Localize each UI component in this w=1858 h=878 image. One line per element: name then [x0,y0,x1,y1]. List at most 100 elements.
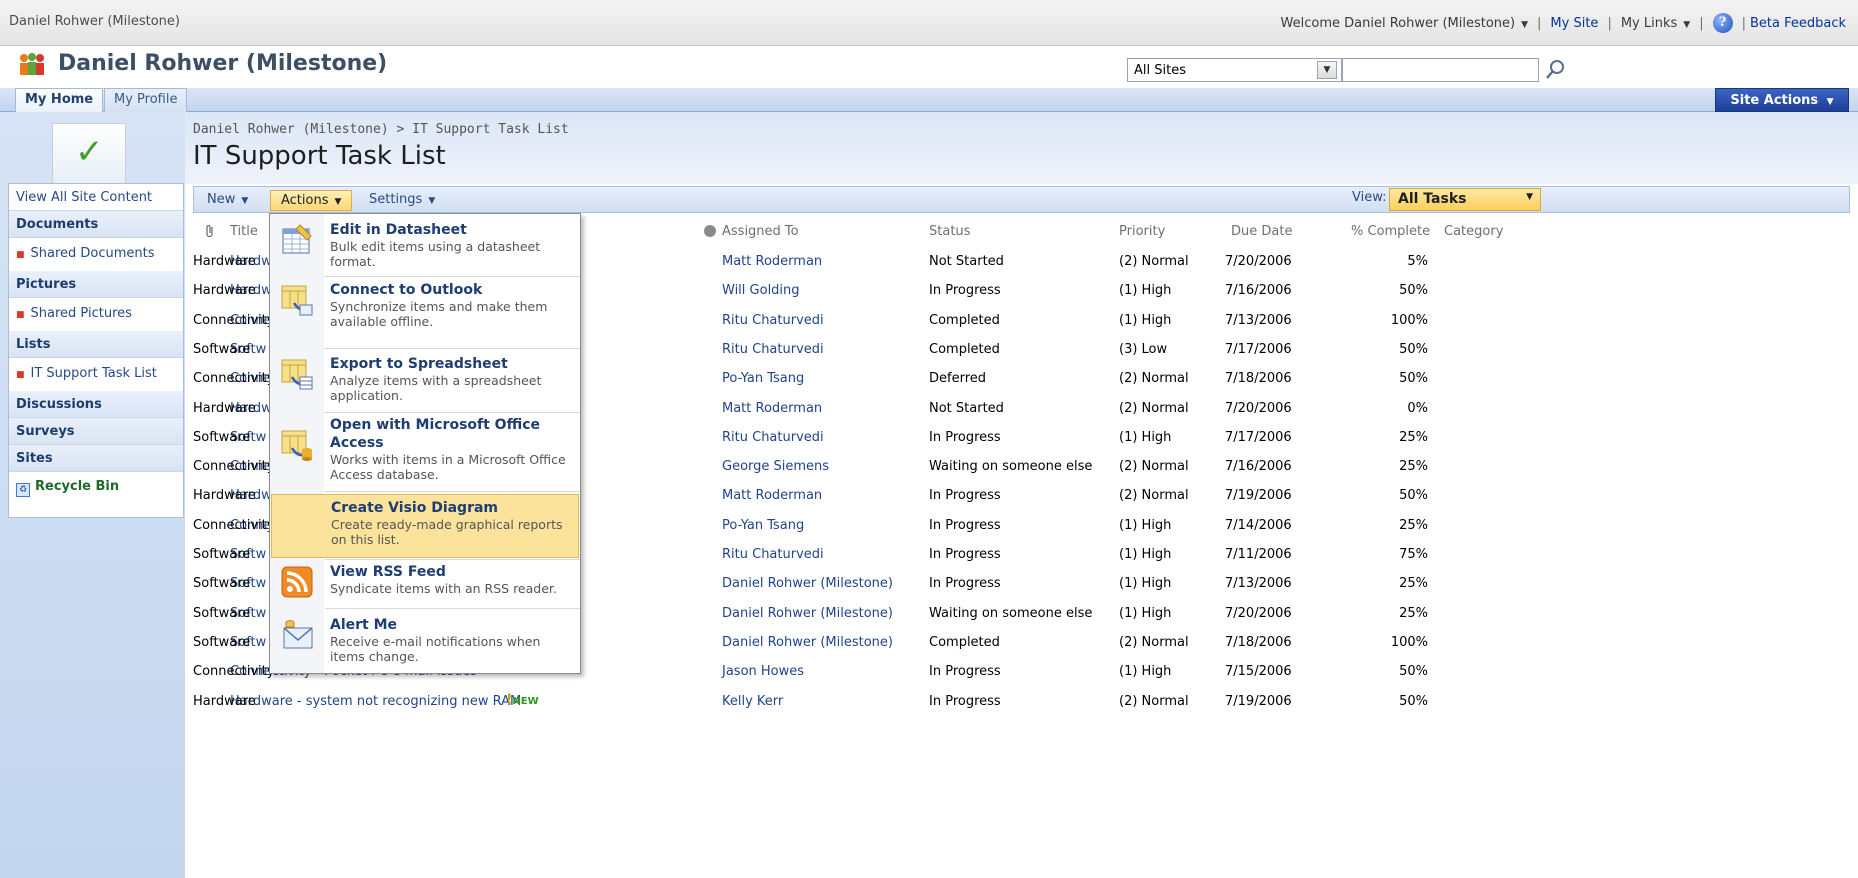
menu-item-alert-me[interactable]: Alert Me Receive e-mail notifications whe… [271,612,579,670]
site-name-breadcrumb[interactable]: Daniel Rohwer (Milestone) [9,14,180,29]
cell-assigned[interactable]: Matt Roderman [722,488,822,503]
site-actions-button[interactable]: Site Actions ▼ [1715,88,1849,112]
menu-item-open-with-microsoft-office-access[interactable]: Open with Microsoft Office Access Works w… [271,414,579,490]
tab-my-home[interactable]: My Home [15,88,104,112]
my-site-link[interactable]: My Site [1550,16,1598,31]
recycle-bin-link[interactable]: ♻ Recycle Bin [9,472,183,504]
view-all-site-content-link[interactable]: View All Site Content [9,184,183,211]
dropdown-arrow-icon: ▼ [428,196,436,206]
cell-status: In Progress [929,488,1001,504]
cell-assigned[interactable]: Po-Yan Tsang [722,371,804,386]
cell-title[interactable]: Hardware - system not recognizing new RA… [230,694,521,709]
cell-assigned[interactable]: Ritu Chaturvedi [722,547,824,562]
cell-assigned[interactable]: Daniel Rohwer (Milestone) [722,635,893,650]
presence-icon [703,224,717,242]
cell-assigned[interactable]: Ritu Chaturvedi [722,430,824,445]
quicklaunch-it-support-task-list[interactable]: ■ IT Support Task List [9,358,183,391]
cell-assigned[interactable]: Matt Roderman [722,254,822,269]
cell-priority: (2) Normal [1119,488,1189,504]
cell-pct: 50% [1399,488,1428,504]
column-header-category[interactable]: Category [1444,224,1503,239]
task-list-icon: ✓ [52,123,126,185]
cell-assigned[interactable]: George Siemens [722,459,829,474]
table-row[interactable]: Hardware - system not recognizing new RA… [193,687,1850,716]
cell-due: 7/18/2006 [1225,634,1292,650]
cell-assigned[interactable]: Daniel Rohwer (Milestone) [722,606,893,621]
new-menu[interactable]: New ▼ [197,190,258,211]
quicklaunch-pictures[interactable]: Pictures [9,271,183,298]
attachment-column-icon[interactable] [205,224,215,242]
outlook-icon [280,283,314,317]
cell-due: 7/15/2006 [1225,664,1292,680]
menu-item-export-to-spreadsheet[interactable]: Export to Spreadsheet Analyze items with … [271,351,579,411]
cell-assigned[interactable]: Po-Yan Tsang [722,518,804,533]
dropdown-arrow-icon: ▼ [1526,192,1533,202]
cell-assigned[interactable]: Will Golding [722,283,800,298]
view-select[interactable]: All Tasks ▼ [1389,188,1541,211]
cell-priority: (2) Normal [1119,634,1189,650]
cell-priority: (2) Normal [1119,371,1189,387]
help-icon[interactable]: ? [1712,13,1733,33]
column-header-priority[interactable]: Priority [1119,224,1165,239]
people-logo-icon [20,53,44,75]
tab-my-profile[interactable]: My Profile [104,88,188,112]
cell-category: Hardware [193,693,256,709]
cell-assigned[interactable]: Ritu Chaturvedi [722,313,824,328]
cell-priority: (2) Normal [1119,254,1189,269]
cell-category: Connectivity [193,312,275,328]
cell-assigned[interactable]: Kelly Kerr [722,694,783,709]
quicklaunch-discussions[interactable]: Discussions [9,391,183,418]
new-item-badge: !NEW [506,691,539,708]
menu-item-view-rss-feed[interactable]: View RSS Feed Syndicate items with an RSS… [271,559,579,607]
quicklaunch-shared-documents[interactable]: ■ Shared Documents [9,238,183,271]
settings-menu[interactable]: Settings ▼ [359,190,445,211]
cell-assigned[interactable]: Daniel Rohwer (Milestone) [722,576,893,591]
column-header-title[interactable]: Title [230,224,258,239]
dropdown-arrow-icon: ▼ [1826,97,1834,107]
cell-due: 7/17/2006 [1225,429,1292,445]
view-label: View: [1352,190,1387,205]
visio-icon [281,501,315,535]
search-scope-select[interactable]: All Sites ▼ [1127,58,1342,82]
cell-status: In Progress [929,517,1001,533]
menu-item-description: Works with items in a Microsoft Office A… [330,452,566,482]
cell-priority: (1) High [1119,312,1172,328]
menu-item-description: Receive e-mail notifications when items … [330,634,541,664]
cell-category: Software [193,429,251,445]
quicklaunch-documents[interactable]: Documents [9,211,183,238]
dropdown-arrow-icon: ▼ [1683,19,1691,30]
quicklaunch-surveys[interactable]: Surveys [9,418,183,445]
my-links-menu[interactable]: My Links ▼ [1621,16,1690,31]
cell-priority: (1) High [1119,429,1172,445]
cell-due: 7/13/2006 [1225,576,1292,592]
breadcrumb[interactable]: Daniel Rohwer (Milestone) > IT Support T… [193,122,569,137]
search-icon[interactable] [1545,58,1567,82]
actions-menu-button[interactable]: Actions ▼ [270,190,353,211]
menu-item-connect-to-outlook[interactable]: Connect to Outlook Synchronize items and … [271,277,579,347]
column-header-due-date[interactable]: Due Date [1231,224,1292,239]
column-header-assigned-to[interactable]: Assigned To [722,224,799,239]
page-title: IT Support Task List [193,141,446,171]
alert-icon [280,618,314,652]
cell-pct: 50% [1399,283,1428,299]
column-header-percent-complete[interactable]: % Complete [1351,224,1430,239]
beta-feedback-link[interactable]: Beta Feedback [1750,16,1846,31]
quicklaunch-lists[interactable]: Lists [9,331,183,358]
menu-separator [325,348,580,349]
cell-assigned[interactable]: Matt Roderman [722,401,822,416]
menu-item-title: Alert Me [330,617,398,633]
cell-assigned[interactable]: Jason Howes [722,664,804,679]
cell-pct: 25% [1399,429,1428,445]
quicklaunch-shared-pictures[interactable]: ■ Shared Pictures [9,298,183,331]
site-title[interactable]: Daniel Rohwer (Milestone) [58,51,387,76]
cell-assigned[interactable]: Ritu Chaturvedi [722,342,824,357]
search-input[interactable] [1342,58,1539,82]
menu-item-create-visio-diagram[interactable]: Create Visio Diagram Create ready-made gr… [271,494,579,558]
cell-category: Connectivity [193,371,275,387]
cell-pct: 75% [1399,547,1428,562]
menu-item-edit-in-datasheet[interactable]: Edit in Datasheet Bulk edit items using a… [271,217,579,275]
quicklaunch-sites[interactable]: Sites [9,445,183,472]
menu-item-title: Edit in Datasheet [330,222,467,238]
welcome-menu[interactable]: Welcome Daniel Rohwer (Milestone) ▼ [1281,16,1528,31]
column-header-status[interactable]: Status [929,224,970,239]
